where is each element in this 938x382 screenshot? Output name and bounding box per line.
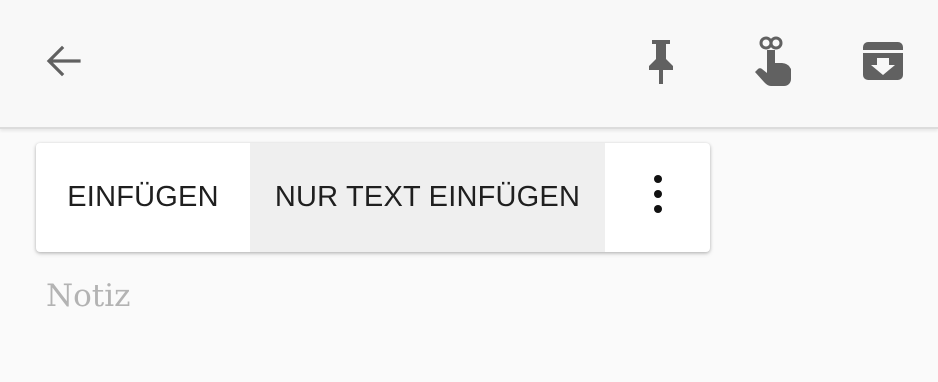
text-selection-menu: EINFÜGEN NUR TEXT EINFÜGEN [36,143,710,252]
paste-plain-text-button[interactable]: NUR TEXT EINFÜGEN [250,143,605,252]
more-vertical-icon [652,174,664,222]
note-input[interactable]: Notiz [46,278,131,314]
more-options-button[interactable] [605,143,710,252]
note-editor: EINFÜGEN NUR TEXT EINFÜGEN Notiz [0,0,938,382]
pin-icon [643,37,679,90]
arrow-left-icon [43,41,83,86]
archive-button[interactable] [848,28,918,98]
top-toolbar [0,0,938,129]
archive-icon [861,40,905,87]
reminder-finger-icon [751,35,797,92]
paste-button[interactable]: EINFÜGEN [36,143,250,252]
reminder-button[interactable] [739,28,809,98]
pin-button[interactable] [626,28,696,98]
back-button[interactable] [28,28,98,98]
